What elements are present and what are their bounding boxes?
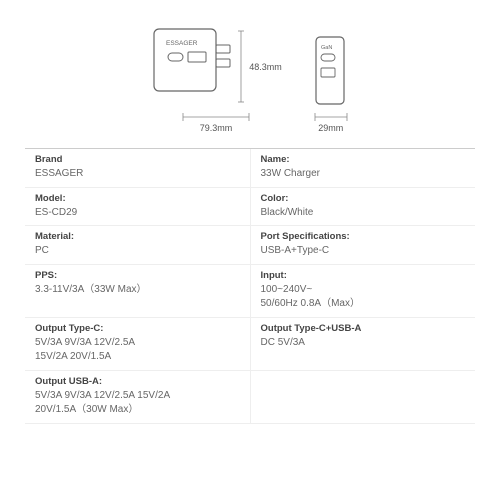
cell-right-3: Input: 100~240V~ 50/60Hz 0.8A（Max） [251, 265, 476, 317]
label-right-3: Input: [261, 270, 466, 281]
label-right-2: Port Specifications: [261, 231, 466, 242]
cell-left-3: PPS: 3.3-11V/3A（33W Max） [25, 265, 251, 317]
cell-left-4: Output Type-C: 5V/3A 9V/3A 12V/2.5A 15V/2… [25, 318, 251, 370]
value-left-1: ES-CD29 [35, 206, 240, 221]
cell-right-0: Name: 33W Charger [251, 149, 476, 187]
label-left-2: Material: [35, 231, 240, 242]
depth-value: 29mm [318, 123, 343, 133]
value-right-4: DC 5V/3A [261, 336, 466, 351]
height-arrow [235, 29, 247, 104]
cell-left-1: Model: ES-CD29 [25, 188, 251, 226]
cell-right-4: Output Type-C+USB-A DC 5V/3A [251, 318, 476, 370]
value-right-0: 33W Charger [261, 167, 466, 182]
row-2: Material: PC Port Specifications: USB-A+Typ… [25, 226, 475, 265]
front-view-container: ESSAGER 48.3mm [150, 25, 282, 133]
width-value: 79.3mm [200, 123, 233, 133]
charger-front-diagram: ESSAGER [150, 25, 235, 100]
page: ESSAGER 48.3mm [0, 0, 500, 500]
cell-right-5 [251, 371, 476, 423]
row-0: Brand ESSAGER Name: 33W Charger [25, 149, 475, 188]
diagram-area: ESSAGER 48.3mm [25, 15, 475, 148]
charger-side-diagram: GaN [312, 33, 350, 108]
value-left-2: PC [35, 244, 240, 259]
value-right-2: USB-A+Type-C [261, 244, 466, 259]
svg-text:ESSAGER: ESSAGER [166, 40, 198, 47]
svg-text:GaN: GaN [321, 45, 332, 51]
value-left-4: 5V/3A 9V/3A 12V/2.5A 15V/2A 20V/1.5A [35, 336, 240, 365]
value-left-3: 3.3-11V/3A（33W Max） [35, 283, 240, 298]
value-left-5: 5V/3A 9V/3A 12V/2.5A 15V/2A 20V/1.5A（30W… [35, 389, 240, 418]
label-left-0: Brand [35, 154, 240, 165]
width-dim-container: 79.3mm [181, 111, 251, 133]
cell-left-2: Material: PC [25, 226, 251, 264]
label-left-1: Model: [35, 193, 240, 204]
row-4: Output Type-C: 5V/3A 9V/3A 12V/2.5A 15V/2… [25, 318, 475, 371]
specs-table: Brand ESSAGER Name: 33W Charger Model: ES-CD2… [25, 148, 475, 485]
width-arrow [181, 111, 251, 123]
label-right-4: Output Type-C+USB-A [261, 323, 466, 334]
side-view-with-dim: GaN [312, 33, 350, 108]
row-5: Output USB-A: 5V/3A 9V/3A 12V/2.5A 15V/2A… [25, 371, 475, 424]
height-dim-label: 48.3mm [235, 29, 282, 104]
value-left-0: ESSAGER [35, 167, 240, 182]
height-dim: 48.3mm [235, 25, 282, 108]
cell-right-2: Port Specifications: USB-A+Type-C [251, 226, 476, 264]
side-view-container: GaN 29mm [312, 33, 350, 133]
label-left-4: Output Type-C: [35, 323, 240, 334]
label-left-3: PPS: [35, 270, 240, 281]
label-left-5: Output USB-A: [35, 376, 240, 387]
depth-arrow [313, 111, 349, 123]
cell-left-5: Output USB-A: 5V/3A 9V/3A 12V/2.5A 15V/2A… [25, 371, 251, 423]
row-1: Model: ES-CD29 Color: Black/White [25, 188, 475, 227]
value-right-3: 100~240V~ 50/60Hz 0.8A（Max） [261, 283, 466, 312]
depth-dim-container: 29mm [313, 111, 349, 133]
row-3: PPS: 3.3-11V/3A（33W Max） Input: 100~240V~ 5… [25, 265, 475, 318]
height-value: 48.3mm [249, 62, 282, 72]
cell-left-0: Brand ESSAGER [25, 149, 251, 187]
front-view-with-dim: ESSAGER 48.3mm [150, 25, 282, 108]
value-right-1: Black/White [261, 206, 466, 221]
label-right-1: Color: [261, 193, 466, 204]
cell-right-1: Color: Black/White [251, 188, 476, 226]
label-right-0: Name: [261, 154, 466, 165]
